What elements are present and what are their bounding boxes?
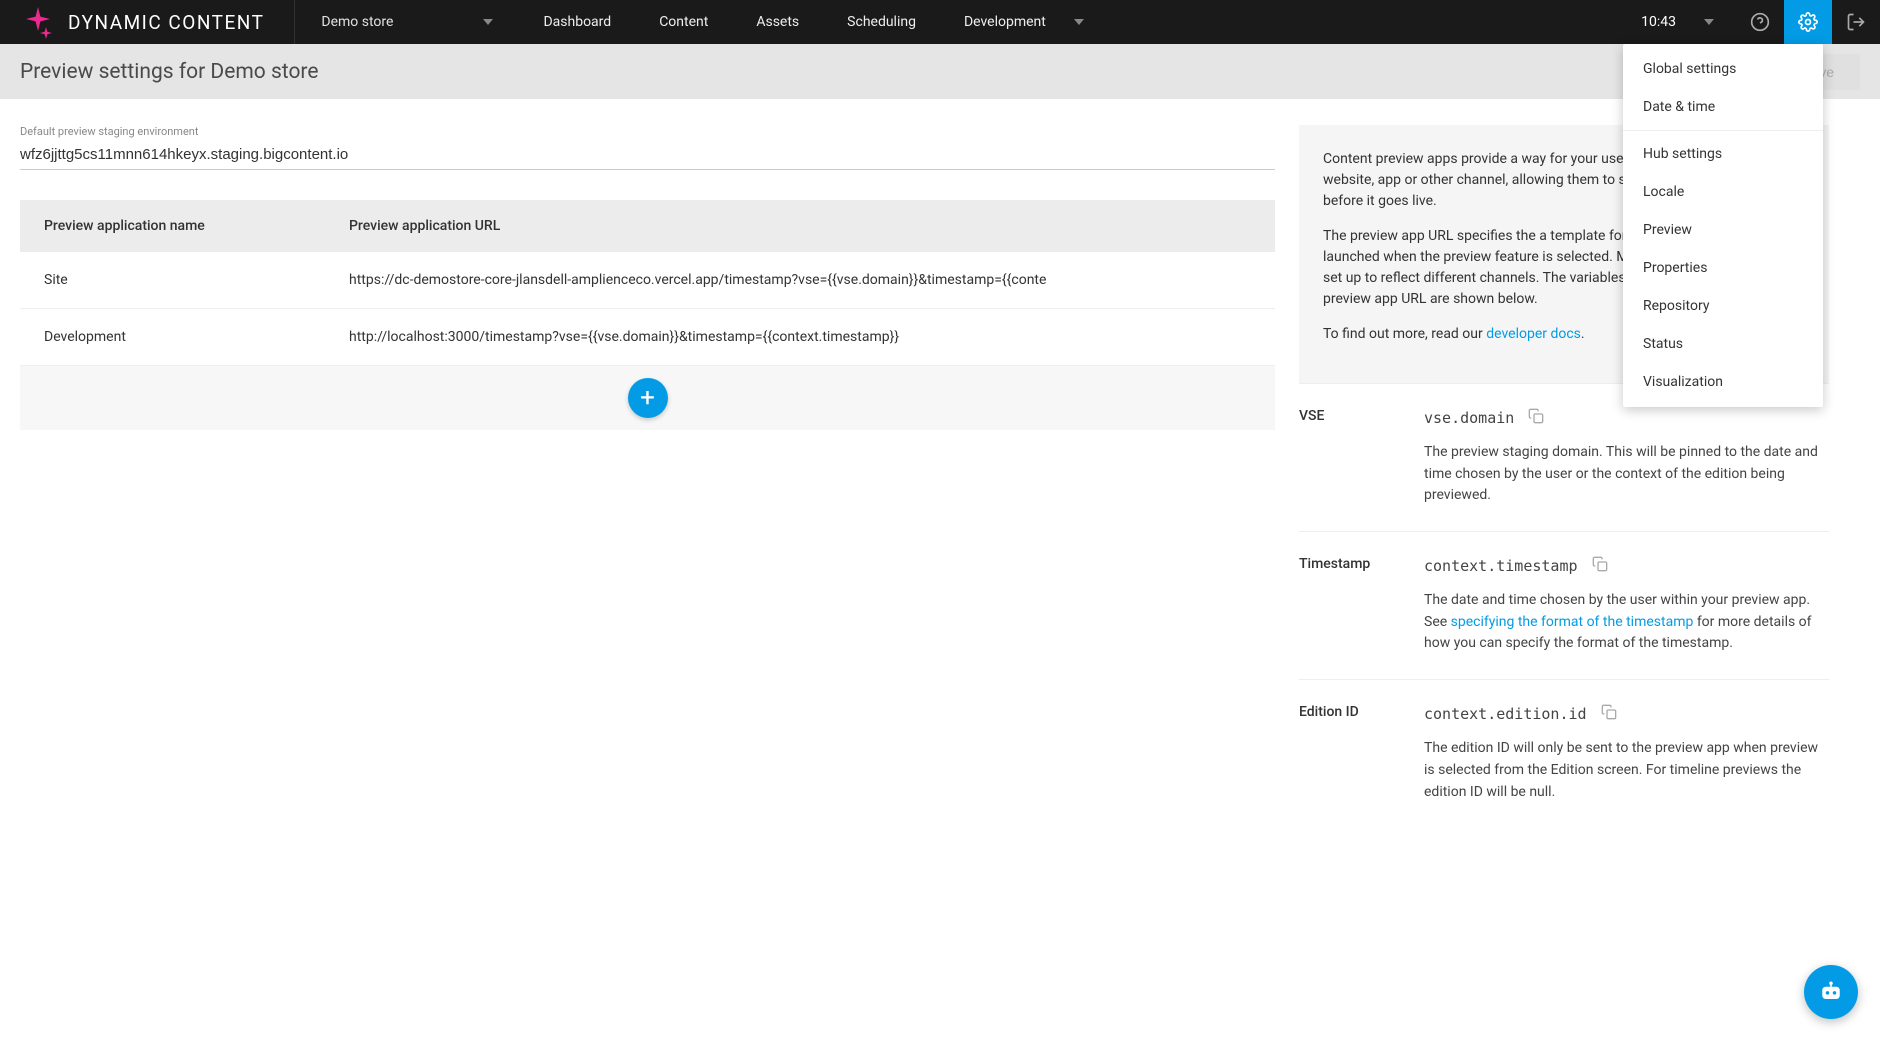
copy-button[interactable]	[1528, 408, 1544, 428]
copy-icon	[1601, 704, 1617, 720]
left-column: Default preview staging environment Prev…	[20, 125, 1275, 827]
table-header-url: Preview application URL	[325, 200, 1275, 252]
settings-dropdown: Global settings Date & time Hub settings…	[1623, 44, 1823, 407]
staging-env-input[interactable]	[20, 142, 1275, 170]
var-code: vse.domain	[1424, 409, 1514, 427]
page-header: Preview settings for Demo store Cancel S…	[0, 44, 1880, 99]
row-url: https://dc-demostore-core-jlansdell-ampl…	[325, 252, 1275, 309]
var-description: The preview staging domain. This will be…	[1424, 442, 1829, 507]
nav-content[interactable]: Content	[635, 0, 732, 44]
add-preview-app-button[interactable]: +	[628, 378, 668, 418]
dropdown-repository[interactable]: Repository	[1623, 287, 1823, 325]
copy-button[interactable]	[1601, 704, 1617, 724]
hub-name: Demo store	[321, 14, 393, 30]
var-title: Timestamp	[1299, 556, 1424, 655]
timestamp-format-link[interactable]: specifying the format of the timestamp	[1451, 614, 1694, 630]
nav-assets[interactable]: Assets	[732, 0, 823, 44]
dropdown-hub-settings[interactable]: Hub settings	[1623, 135, 1823, 173]
topbar-right: 10:43	[1619, 0, 1880, 44]
staging-env-label: Default preview staging environment	[20, 125, 1275, 138]
logout-button[interactable]	[1832, 0, 1880, 44]
dropdown-divider	[1623, 130, 1823, 131]
chevron-down-icon	[1074, 19, 1084, 25]
hub-selector[interactable]: Demo store	[294, 0, 519, 44]
variable-edition-id: Edition ID context.edition.id The editio…	[1299, 679, 1829, 827]
row-url: http://localhost:3000/timestamp?vse={{vs…	[325, 309, 1275, 366]
var-description: The date and time chosen by the user wit…	[1424, 590, 1829, 655]
var-description: The edition ID will only be sent to the …	[1424, 738, 1829, 803]
nav-development-label: Development	[964, 14, 1046, 30]
dropdown-date-time[interactable]: Date & time	[1623, 88, 1823, 126]
preview-apps-table: Preview application name Preview applica…	[20, 200, 1275, 366]
add-row-bar: +	[20, 366, 1275, 430]
time-selector[interactable]: 10:43	[1619, 14, 1736, 30]
topbar: DYNAMIC CONTENT Demo store Dashboard Con…	[0, 0, 1880, 44]
var-code: context.timestamp	[1424, 557, 1578, 575]
var-title: VSE	[1299, 408, 1424, 507]
table-row[interactable]: Development http://localhost:3000/timest…	[20, 309, 1275, 366]
var-code: context.edition.id	[1424, 705, 1587, 723]
chevron-down-icon	[483, 19, 493, 25]
main-nav: Dashboard Content Assets Scheduling Deve…	[519, 0, 1107, 44]
variable-timestamp: Timestamp context.timestamp The date and…	[1299, 531, 1829, 679]
copy-icon	[1528, 408, 1544, 424]
copy-icon	[1592, 556, 1608, 572]
settings-button[interactable]	[1784, 0, 1832, 44]
help-icon	[1750, 12, 1770, 32]
dropdown-visualization[interactable]: Visualization	[1623, 363, 1823, 401]
copy-button[interactable]	[1592, 556, 1608, 576]
developer-docs-link[interactable]: developer docs	[1486, 326, 1581, 342]
page-title: Preview settings for Demo store	[20, 60, 319, 84]
dropdown-properties[interactable]: Properties	[1623, 249, 1823, 287]
chat-bot-icon	[1817, 978, 1845, 1006]
gear-icon	[1798, 12, 1818, 32]
nav-scheduling[interactable]: Scheduling	[823, 0, 940, 44]
chevron-down-icon	[1704, 19, 1714, 25]
dropdown-global-settings[interactable]: Global settings	[1623, 50, 1823, 88]
nav-development[interactable]: Development	[940, 0, 1108, 44]
logo	[18, 2, 58, 42]
main-content: Default preview staging environment Prev…	[0, 99, 1880, 827]
dropdown-locale[interactable]: Locale	[1623, 173, 1823, 211]
time-value: 10:43	[1641, 14, 1676, 30]
table-row[interactable]: Site https://dc-demostore-core-jlansdell…	[20, 252, 1275, 309]
chat-button[interactable]	[1804, 965, 1858, 1019]
row-name: Site	[20, 252, 325, 309]
help-button[interactable]	[1736, 0, 1784, 44]
row-name: Development	[20, 309, 325, 366]
table-header-name: Preview application name	[20, 200, 325, 252]
var-title: Edition ID	[1299, 704, 1424, 803]
logout-icon	[1846, 12, 1866, 32]
dropdown-status[interactable]: Status	[1623, 325, 1823, 363]
brand-name: DYNAMIC CONTENT	[68, 11, 264, 34]
nav-dashboard[interactable]: Dashboard	[519, 0, 635, 44]
dropdown-preview[interactable]: Preview	[1623, 211, 1823, 249]
